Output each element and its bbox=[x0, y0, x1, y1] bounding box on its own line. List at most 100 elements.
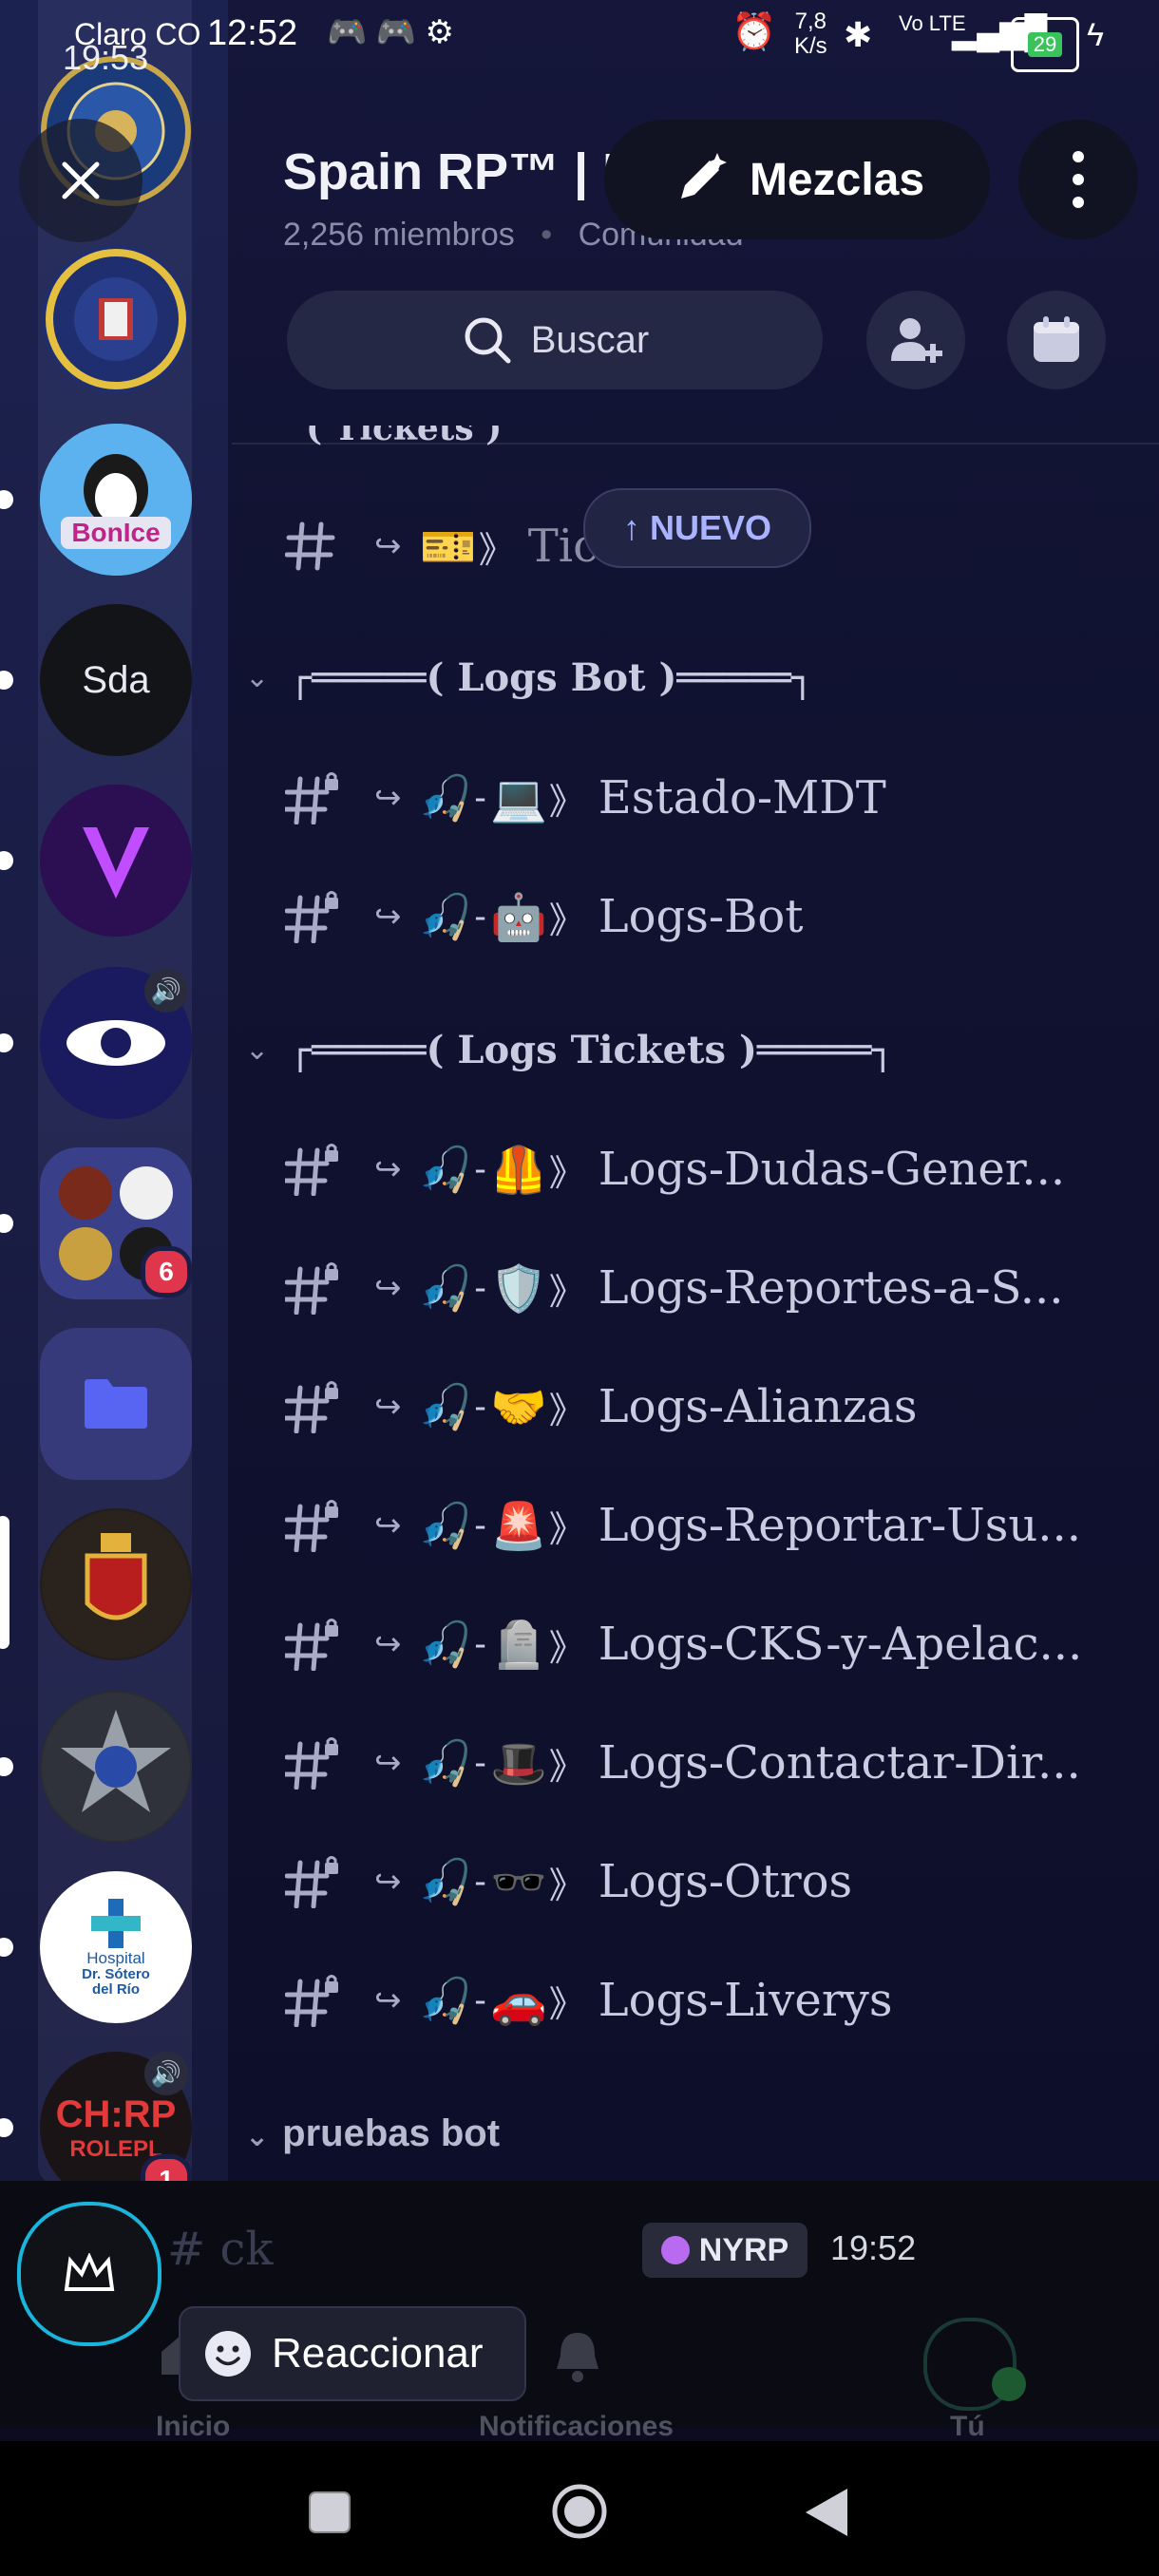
reply-arrow-icon: ↪ bbox=[374, 1982, 402, 2018]
back-button[interactable] bbox=[800, 2485, 855, 2540]
react-label: Reaccionar bbox=[272, 2330, 484, 2377]
crown-avatar-icon bbox=[64, 2253, 115, 2291]
reply-arrow-icon: ↪ bbox=[374, 1389, 402, 1425]
channel-row[interactable]: ↪ 🎣 - 🛡️ 》 Logs-Reportes-a-S... bbox=[285, 1245, 1064, 1331]
channel-row[interactable]: ↪ 🎣 - 🎩 》 Logs-Contactar-Dir... bbox=[285, 1720, 1081, 1806]
server-icon-police-star[interactable] bbox=[40, 1691, 192, 1843]
kebab-menu-icon bbox=[1073, 151, 1084, 208]
category-name: ┌═════( Logs Bot )═════┐ bbox=[289, 655, 814, 700]
category-logs-bot[interactable]: ⌄ ┌═════( Logs Bot )═════┐ bbox=[245, 655, 814, 700]
channel-row[interactable]: ↪ 🎣 - 🦺 》 Logs-Dudas-Gener... bbox=[285, 1127, 1065, 1212]
server-icon-sda[interactable]: Sda bbox=[40, 604, 192, 756]
nav-label-you: Tú bbox=[950, 2411, 985, 2442]
locked-hash-icon bbox=[285, 1143, 361, 1196]
channel-name: Logs-Reportar-Usu... bbox=[598, 1499, 1082, 1552]
events-button[interactable] bbox=[1007, 291, 1106, 389]
channel-row[interactable]: ↪ 🎣 - 🤖 》 Logs-Bot bbox=[285, 874, 804, 959]
double-chevron-icon: 》 bbox=[548, 1391, 585, 1431]
more-options-button[interactable] bbox=[1018, 120, 1138, 239]
selected-server-indicator bbox=[0, 1516, 10, 1649]
new-messages-pill[interactable]: ↑ NUEVO bbox=[583, 488, 811, 568]
unread-pill bbox=[0, 1033, 13, 1052]
svg-text:BonIce: BonIce bbox=[71, 518, 160, 547]
channel-row[interactable]: ↪ 🎣 - 💻 》 Estado-MDT bbox=[285, 755, 886, 841]
locked-hash-icon bbox=[285, 890, 361, 943]
search-bar[interactable]: Buscar bbox=[287, 291, 823, 389]
channel-row[interactable]: ↪ 🎣 - 🚗 》 Logs-Liverys bbox=[285, 1958, 893, 2043]
channel-name: Logs-Alianzas bbox=[598, 1380, 918, 1433]
hospital-label: del Río bbox=[91, 1981, 140, 1998]
category-name: ┌═════( Logs Tickets )═════┐ bbox=[289, 1028, 895, 1072]
fishing-rod-icon: 🎣 bbox=[418, 1500, 473, 1550]
net-speed: 7,8 K/s bbox=[794, 9, 827, 59]
reply-arrow-icon: ↪ bbox=[374, 1745, 402, 1781]
fishing-rod-icon: 🎣 bbox=[418, 1262, 473, 1313]
home-system-button[interactable] bbox=[551, 2483, 608, 2540]
ticket-emoji-icon: 🎫 bbox=[420, 521, 477, 573]
reply-arrow-icon: ↪ bbox=[374, 528, 402, 564]
nav-label-notifications: Notificaciones bbox=[479, 2411, 674, 2442]
alarm-icon: ⏰ bbox=[732, 12, 777, 52]
server-folder-open[interactable] bbox=[40, 1328, 192, 1480]
sunglasses-emoji-icon: 🕶️ bbox=[489, 1857, 547, 1908]
recent-apps-button[interactable] bbox=[306, 2489, 353, 2536]
bluetooth-icon: ✱ bbox=[844, 15, 873, 54]
tag-logo-icon bbox=[660, 2236, 690, 2264]
chevron-down-icon: ⌄ bbox=[245, 2121, 270, 2152]
invite-members-button[interactable] bbox=[866, 291, 965, 389]
double-chevron-icon: 》 bbox=[548, 1866, 585, 1906]
fbi-seal-icon bbox=[42, 245, 190, 393]
circle-home-icon bbox=[552, 2484, 607, 2539]
message-time: 19:52 bbox=[830, 2228, 917, 2267]
fishing-rod-icon: 🎣 bbox=[418, 1144, 473, 1194]
user-avatar[interactable] bbox=[17, 2202, 162, 2346]
handshake-emoji-icon: 🤝 bbox=[489, 1382, 547, 1433]
locked-hash-icon bbox=[285, 1261, 361, 1315]
category-logs-tickets[interactable]: ⌄ ┌═════( Logs Tickets )═════┐ bbox=[245, 1028, 894, 1072]
back-triangle-icon bbox=[806, 2489, 847, 2536]
server-icon-spain-crest[interactable] bbox=[40, 1508, 192, 1660]
mention-badge: 6 bbox=[141, 1246, 192, 1297]
channel-row[interactable]: ↪ 🎣 - 🤝 》 Logs-Alianzas bbox=[285, 1364, 918, 1449]
channel-row[interactable]: ↪ 🎣 - 🕶️ 》 Logs-Otros bbox=[285, 1839, 852, 1924]
unread-pill bbox=[0, 1938, 13, 1957]
double-chevron-icon: 》 bbox=[548, 1272, 585, 1313]
hospital-label: Hospital bbox=[86, 1949, 145, 1967]
robot-emoji-icon: 🤖 bbox=[489, 892, 547, 943]
category-partial: ( Tickets ) bbox=[306, 426, 503, 448]
double-chevron-icon: 》 bbox=[548, 1153, 585, 1194]
status-bar: Claro CO 12:52 19:53 🎮 🎮 ⚙ ⏰ 7,8 K/s ✱ Vo… bbox=[0, 0, 1159, 85]
fishing-rod-icon: 🎣 bbox=[418, 1381, 473, 1431]
dash-separator: - bbox=[474, 1267, 486, 1308]
dash-separator: - bbox=[474, 896, 486, 937]
channel-row[interactable]: ↪ 🎣 - 🪦 》 Logs-CKS-y-Apelac... bbox=[285, 1601, 1082, 1687]
channel-row[interactable]: ↪ 🎣 - 🚨 》 Logs-Reportar-Usu... bbox=[285, 1483, 1081, 1568]
channel-name: Logs-Reportes-a-S... bbox=[598, 1261, 1064, 1315]
dash-separator: - bbox=[474, 1386, 486, 1427]
shield-emoji-icon: 🛡️ bbox=[489, 1263, 547, 1315]
mix-button[interactable]: Mezclas bbox=[604, 120, 990, 239]
hospital-label: Dr. Sótero bbox=[82, 1966, 150, 1982]
bell-icon[interactable] bbox=[549, 2327, 606, 2384]
category-pruebas-bot[interactable]: ⌄ pruebas bot bbox=[245, 2112, 500, 2155]
close-button[interactable] bbox=[19, 119, 142, 242]
server-icon-fbi[interactable] bbox=[40, 243, 192, 395]
system-navigation-bar bbox=[0, 2441, 1159, 2576]
reply-arrow-icon: ↪ bbox=[374, 1507, 402, 1544]
fishing-rod-icon: 🎣 bbox=[418, 1619, 473, 1669]
fishing-rod-icon: 🎣 bbox=[418, 891, 473, 941]
laptop-emoji-icon: 💻 bbox=[489, 773, 547, 824]
reply-arrow-icon: ↪ bbox=[374, 899, 402, 935]
charging-icon: ϟ bbox=[1087, 17, 1104, 53]
siren-emoji-icon: 🚨 bbox=[489, 1501, 547, 1552]
server-icon-hospital[interactable]: Hospital Dr. Sótero del Río bbox=[40, 1871, 192, 2023]
server-icon-v[interactable] bbox=[40, 785, 192, 937]
chevron-down-icon: ⌄ bbox=[245, 1034, 270, 1066]
channel-name: Logs-Liverys bbox=[598, 1974, 893, 2027]
double-chevron-icon: 》 bbox=[548, 900, 585, 941]
react-button[interactable]: Reaccionar bbox=[179, 2306, 526, 2401]
headstone-emoji-icon: 🪦 bbox=[489, 1619, 547, 1671]
unread-pill bbox=[0, 671, 13, 690]
locked-hash-icon bbox=[285, 771, 361, 824]
server-icon-bonice[interactable]: BonIce bbox=[40, 424, 192, 576]
